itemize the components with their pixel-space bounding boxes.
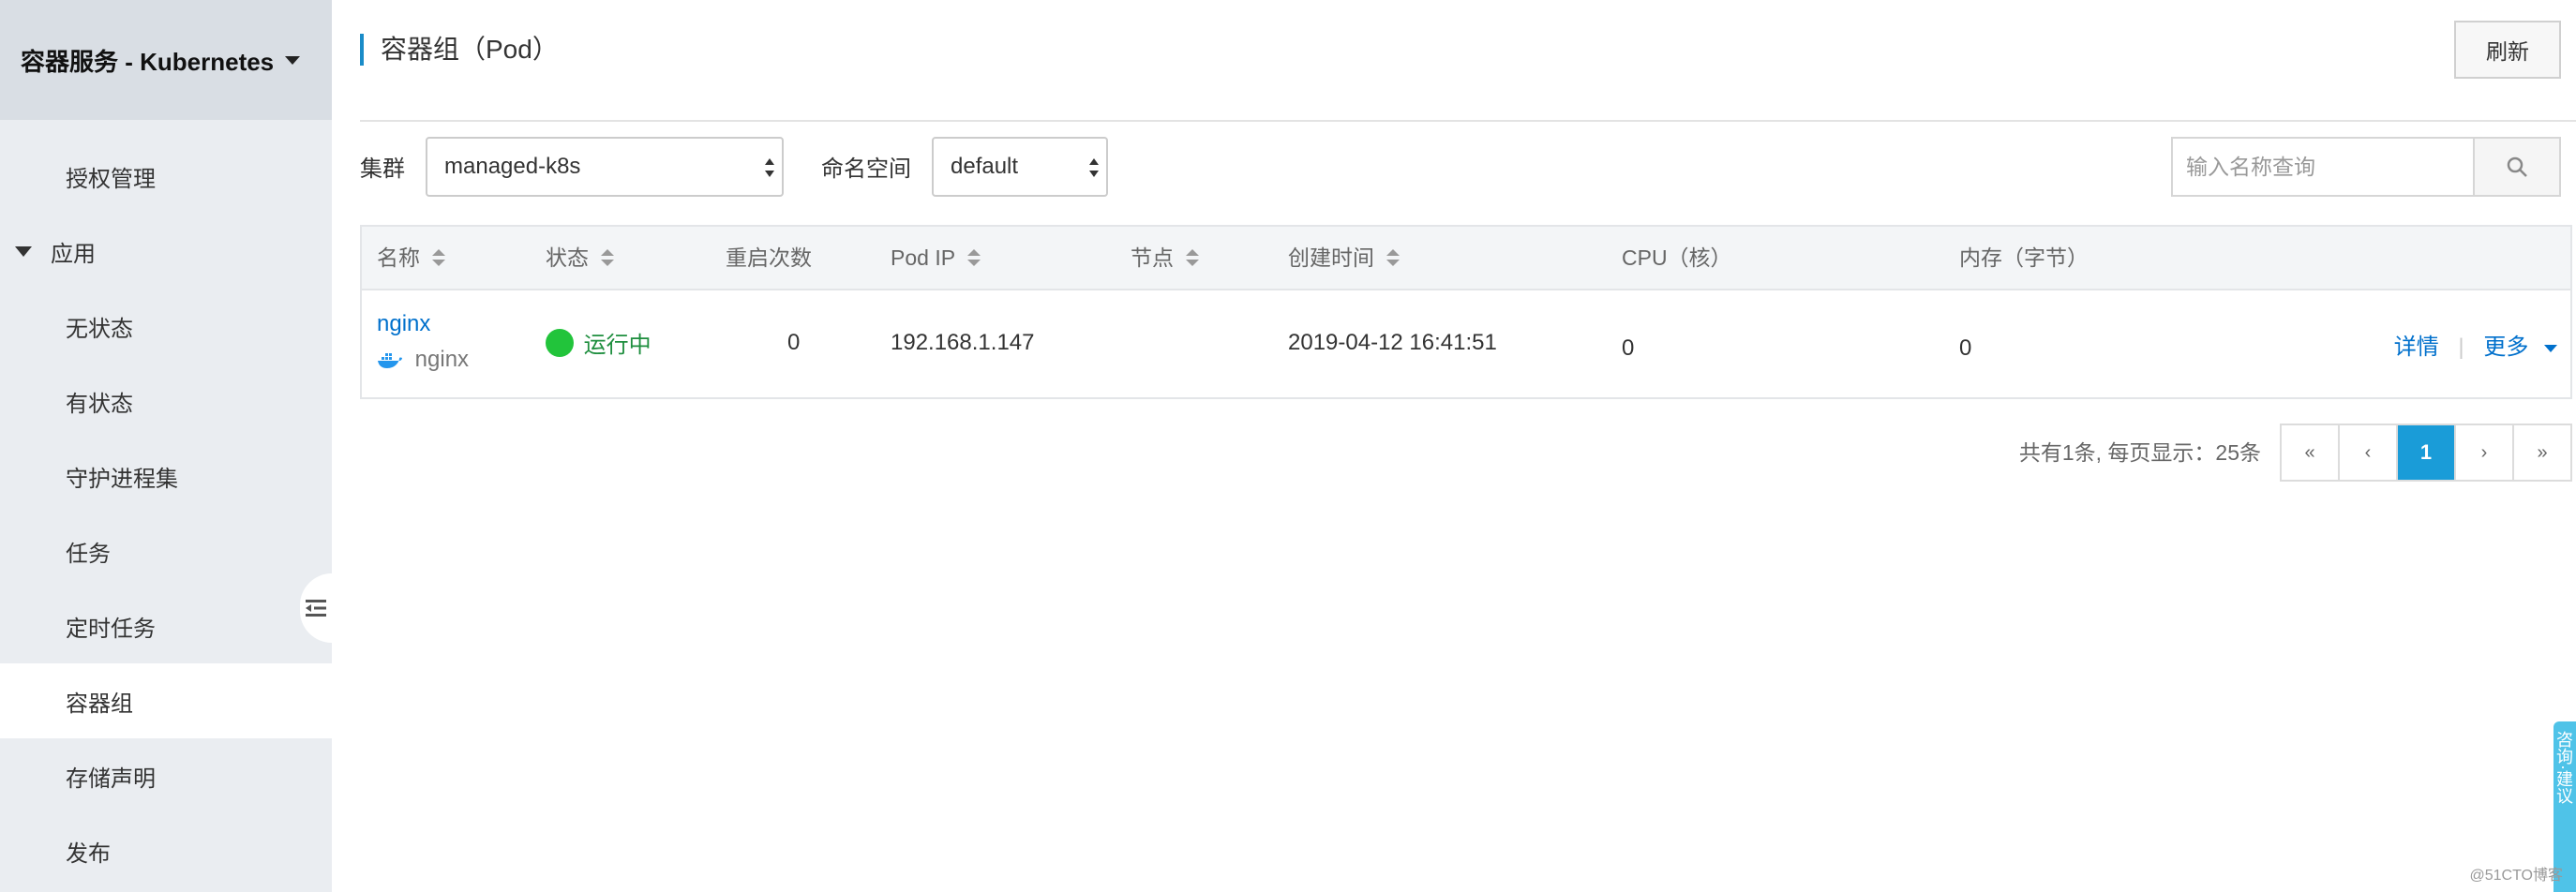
- docker-icon: [378, 352, 402, 368]
- next-page-button[interactable]: ›: [2456, 425, 2514, 480]
- search-box: [2171, 137, 2561, 197]
- restart-count: 0: [787, 330, 801, 355]
- product-title: 容器服务 - Kubernetes: [21, 47, 275, 76]
- sidebar-item-statefulsets[interactable]: 有状态: [0, 364, 332, 439]
- sidebar: 容器服务 - Kubernetes 授权管理 应用 无状态 有状态 守护进程集 …: [0, 0, 332, 892]
- column-header-cpu: CPU（核）: [1622, 245, 1732, 270]
- sort-icon: [1186, 249, 1199, 266]
- sort-icon: [601, 249, 614, 266]
- memory-value: 0: [1959, 335, 1972, 361]
- sidebar-item-label: 定时任务: [66, 616, 156, 642]
- namespace-select[interactable]: default: [932, 137, 1108, 197]
- cluster-select-value: managed-k8s: [444, 154, 581, 179]
- namespace-label: 命名空间: [821, 156, 911, 182]
- page-button-current[interactable]: 1: [2398, 425, 2456, 480]
- collapse-menu-icon: [306, 600, 326, 617]
- main-content: 容器组（Pod） 刷新 集群 managed-k8s 命名空间 default: [360, 0, 2576, 892]
- page-title: 容器组（Pod）: [360, 34, 559, 66]
- prev-page-button[interactable]: ‹: [2340, 425, 2398, 480]
- sidebar-item-label: 发布: [66, 840, 111, 867]
- pod-name-link[interactable]: nginx: [377, 311, 430, 337]
- status-badge: 运行中: [546, 326, 651, 359]
- sort-icon: [432, 249, 445, 266]
- sort-icon: [967, 249, 981, 266]
- action-divider: |: [2458, 334, 2464, 360]
- triangle-down-icon: [15, 245, 32, 257]
- running-status-icon: [546, 328, 574, 357]
- select-arrows-icon: [765, 158, 774, 177]
- sidebar-item-label: 存储声明: [66, 766, 156, 792]
- sidebar-item-daemonsets[interactable]: 守护进程集: [0, 439, 332, 513]
- cluster-label: 集群: [360, 156, 405, 182]
- search-icon: [2507, 156, 2527, 177]
- sidebar-group-applications[interactable]: 应用: [0, 214, 332, 289]
- search-input[interactable]: [2173, 139, 2473, 195]
- title-bar: 容器组（Pod） 刷新: [360, 0, 2576, 122]
- cluster-select[interactable]: managed-k8s: [426, 137, 784, 197]
- table-header: 名称 状态 重启次数 Pod IP 节点 创建时间 CPU（核） 内存（字节）: [362, 227, 2570, 290]
- select-arrows-icon: [1089, 158, 1099, 177]
- pods-table: 名称 状态 重启次数 Pod IP 节点 创建时间 CPU（核） 内存（字节） …: [360, 225, 2572, 399]
- watermark: @51CTO博客: [2469, 868, 2563, 884]
- caret-down-icon: [285, 55, 301, 65]
- table-row: nginx nginx 运行中 0 192.168.1.147 2019-04-…: [362, 290, 2570, 397]
- pod-image: nginx: [377, 347, 469, 373]
- column-header-name[interactable]: 名称: [377, 227, 446, 289]
- sidebar-nav: 授权管理 应用 无状态 有状态 守护进程集 任务 定时任务 容器组 存储声明 发…: [0, 139, 332, 888]
- column-header-status[interactable]: 状态: [546, 227, 615, 289]
- sidebar-item-jobs[interactable]: 任务: [0, 513, 332, 588]
- sidebar-item-label: 容器组: [66, 691, 133, 717]
- refresh-button[interactable]: 刷新: [2454, 21, 2561, 79]
- column-header-pod-ip[interactable]: Pod IP: [891, 227, 981, 289]
- column-header-created[interactable]: 创建时间: [1288, 227, 1400, 289]
- last-page-button[interactable]: »: [2514, 425, 2570, 480]
- sidebar-item-label: 任务: [66, 541, 111, 567]
- column-header-memory: 内存（字节）: [1959, 245, 2089, 270]
- sidebar-item-deployments[interactable]: 无状态: [0, 289, 332, 364]
- sidebar-item-label: 无状态: [66, 316, 133, 342]
- pod-ip-value: 192.168.1.147: [891, 330, 1035, 355]
- sidebar-item-cronjobs[interactable]: 定时任务: [0, 588, 332, 663]
- details-link[interactable]: 详情: [2394, 334, 2439, 360]
- first-page-button[interactable]: «: [2282, 425, 2340, 480]
- pagination: « ‹ 1 › »: [2280, 424, 2572, 482]
- cpu-value: 0: [1622, 335, 1635, 361]
- sidebar-item-label: 应用: [51, 241, 96, 267]
- sidebar-item-pods[interactable]: 容器组: [0, 663, 332, 738]
- search-button[interactable]: [2473, 139, 2559, 195]
- row-actions: 详情 | 更多: [2394, 328, 2557, 361]
- chevron-down-icon: [2544, 344, 2557, 352]
- pagination-info: 共有1条, 每页显示：25条: [2018, 440, 2261, 465]
- sidebar-item-pvcs[interactable]: 存储声明: [0, 738, 332, 813]
- column-header-restarts: 重启次数: [726, 245, 812, 270]
- created-time: 2019-04-12 16:41:51: [1288, 330, 1497, 355]
- sidebar-item-label: 有状态: [66, 391, 133, 417]
- sidebar-item-label: 授权管理: [66, 166, 156, 192]
- sidebar-item-label: 守护进程集: [66, 466, 178, 492]
- column-header-node[interactable]: 节点: [1131, 227, 1200, 289]
- sidebar-item-releases[interactable]: 发布: [0, 813, 332, 888]
- namespace-select-value: default: [951, 154, 1019, 179]
- product-switcher[interactable]: 容器服务 - Kubernetes: [0, 0, 332, 120]
- more-actions-button[interactable]: 更多: [2483, 334, 2557, 360]
- sidebar-item-authorization[interactable]: 授权管理: [0, 139, 332, 214]
- filter-bar: 集群 managed-k8s 命名空间 default: [360, 137, 2576, 199]
- sort-icon: [1386, 249, 1400, 266]
